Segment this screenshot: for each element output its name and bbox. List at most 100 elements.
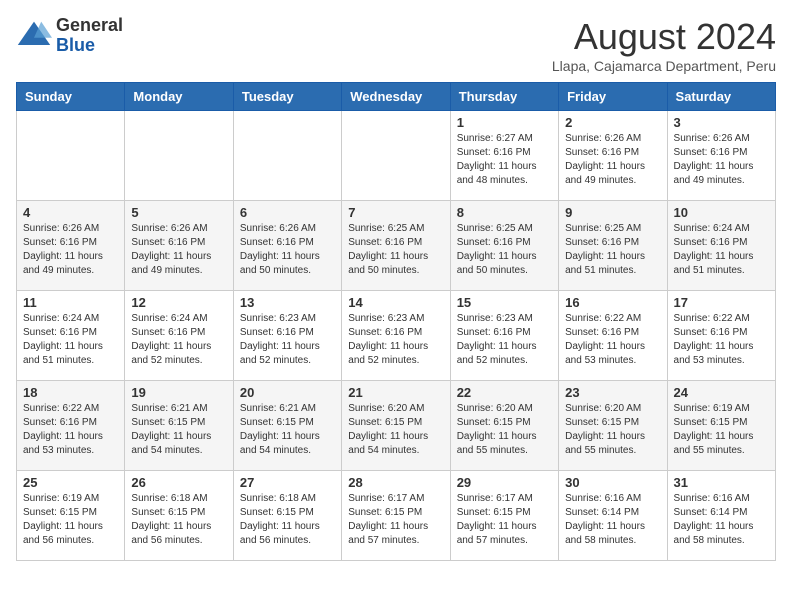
calendar-cell: 22 Sunrise: 6:20 AM Sunset: 6:15 PM Dayli… — [450, 381, 558, 471]
location: Llapa, Cajamarca Department, Peru — [552, 58, 776, 74]
day-info: Sunrise: 6:18 AM Sunset: 6:15 PM Dayligh… — [131, 492, 226, 548]
day-number: 11 — [23, 295, 118, 310]
day-number: 24 — [674, 385, 769, 400]
month-year: August 2024 — [552, 16, 776, 58]
day-info: Sunrise: 6:26 AM Sunset: 6:16 PM Dayligh… — [565, 132, 660, 188]
day-info: Sunrise: 6:23 AM Sunset: 6:16 PM Dayligh… — [348, 312, 443, 368]
calendar-cell: 12Sunrise: 6:24 AM Sunset: 6:16 PM Dayli… — [125, 291, 233, 381]
day-of-week-header: Sunday — [17, 83, 125, 111]
calendar-cell: 18 Sunrise: 6:22 AM Sunset: 6:16 PM Dayli… — [17, 381, 125, 471]
day-number: 8 — [457, 205, 552, 220]
day-number: 6 — [240, 205, 335, 220]
day-number: 21 — [348, 385, 443, 400]
day-number: 2 — [565, 115, 660, 130]
day-number: 10 — [674, 205, 769, 220]
logo-blue: Blue — [56, 35, 95, 55]
calendar-cell: 31Sunrise: 6:16 AM Sunset: 6:14 PM Dayli… — [667, 471, 775, 561]
day-number: 1 — [457, 115, 552, 130]
day-info: Sunrise: 6:23 AM Sunset: 6:16 PM Dayligh… — [457, 312, 552, 368]
calendar-cell — [233, 111, 341, 201]
day-of-week-header: Monday — [125, 83, 233, 111]
day-info: Sunrise: 6:26 AM Sunset: 6:16 PM Dayligh… — [674, 132, 769, 188]
day-info: Sunrise: 6:18 AM Sunset: 6:15 PM Dayligh… — [240, 492, 335, 548]
day-number: 20 — [240, 385, 335, 400]
day-info: Sunrise: 6:19 AM Sunset: 6:15 PM Dayligh… — [674, 402, 769, 458]
day-number: 22 — [457, 385, 552, 400]
page-header: General Blue August 2024 Llapa, Cajamarc… — [16, 16, 776, 74]
logo-icon — [16, 18, 52, 54]
day-number: 28 — [348, 475, 443, 490]
calendar-cell: 2 Sunrise: 6:26 AM Sunset: 6:16 PM Daylig… — [559, 111, 667, 201]
day-number: 23 — [565, 385, 660, 400]
day-info: Sunrise: 6:17 AM Sunset: 6:15 PM Dayligh… — [348, 492, 443, 548]
calendar-cell: 30 Sunrise: 6:16 AM Sunset: 6:14 PM Dayli… — [559, 471, 667, 561]
calendar-cell: 8 Sunrise: 6:25 AM Sunset: 6:16 PM Daylig… — [450, 201, 558, 291]
logo-general: General — [56, 15, 123, 35]
calendar-week-row: 1 Sunrise: 6:27 AM Sunset: 6:16 PM Daylig… — [17, 111, 776, 201]
day-number: 18 — [23, 385, 118, 400]
day-info: Sunrise: 6:24 AM Sunset: 6:16 PM Dayligh… — [674, 222, 769, 278]
day-info: Sunrise: 6:27 AM Sunset: 6:16 PM Dayligh… — [457, 132, 552, 188]
calendar-cell: 23 Sunrise: 6:20 AM Sunset: 6:15 PM Dayli… — [559, 381, 667, 471]
day-of-week-header: Tuesday — [233, 83, 341, 111]
calendar-cell: 25 Sunrise: 6:19 AM Sunset: 6:15 PM Dayli… — [17, 471, 125, 561]
day-number: 16 — [565, 295, 660, 310]
day-number: 19 — [131, 385, 226, 400]
day-info: Sunrise: 6:16 AM Sunset: 6:14 PM Dayligh… — [674, 492, 769, 548]
day-info: Sunrise: 6:19 AM Sunset: 6:15 PM Dayligh… — [23, 492, 118, 548]
day-number: 14 — [348, 295, 443, 310]
calendar-cell — [17, 111, 125, 201]
calendar-table: SundayMondayTuesdayWednesdayThursdayFrid… — [16, 82, 776, 561]
day-info: Sunrise: 6:16 AM Sunset: 6:14 PM Dayligh… — [565, 492, 660, 548]
day-info: Sunrise: 6:20 AM Sunset: 6:15 PM Dayligh… — [457, 402, 552, 458]
calendar-week-row: 25 Sunrise: 6:19 AM Sunset: 6:15 PM Dayli… — [17, 471, 776, 561]
day-info: Sunrise: 6:24 AM Sunset: 6:16 PM Dayligh… — [23, 312, 118, 368]
day-info: Sunrise: 6:20 AM Sunset: 6:15 PM Dayligh… — [348, 402, 443, 458]
day-number: 15 — [457, 295, 552, 310]
day-of-week-header: Wednesday — [342, 83, 450, 111]
day-info: Sunrise: 6:25 AM Sunset: 6:16 PM Dayligh… — [457, 222, 552, 278]
day-info: Sunrise: 6:26 AM Sunset: 6:16 PM Dayligh… — [23, 222, 118, 278]
day-number: 7 — [348, 205, 443, 220]
day-info: Sunrise: 6:21 AM Sunset: 6:15 PM Dayligh… — [131, 402, 226, 458]
calendar-cell: 29Sunrise: 6:17 AM Sunset: 6:15 PM Dayli… — [450, 471, 558, 561]
day-info: Sunrise: 6:24 AM Sunset: 6:16 PM Dayligh… — [131, 312, 226, 368]
day-info: Sunrise: 6:25 AM Sunset: 6:16 PM Dayligh… — [348, 222, 443, 278]
calendar-cell: 4 Sunrise: 6:26 AM Sunset: 6:16 PM Daylig… — [17, 201, 125, 291]
logo: General Blue — [16, 16, 123, 56]
day-number: 30 — [565, 475, 660, 490]
calendar-cell — [342, 111, 450, 201]
calendar-cell: 6 Sunrise: 6:26 AM Sunset: 6:16 PM Daylig… — [233, 201, 341, 291]
logo-text: General Blue — [56, 16, 123, 56]
calendar-cell: 24 Sunrise: 6:19 AM Sunset: 6:15 PM Dayli… — [667, 381, 775, 471]
day-info: Sunrise: 6:26 AM Sunset: 6:16 PM Dayligh… — [131, 222, 226, 278]
calendar-cell: 15 Sunrise: 6:23 AM Sunset: 6:16 PM Dayli… — [450, 291, 558, 381]
day-number: 17 — [674, 295, 769, 310]
day-info: Sunrise: 6:26 AM Sunset: 6:16 PM Dayligh… — [240, 222, 335, 278]
day-number: 29 — [457, 475, 552, 490]
calendar-cell: 10 Sunrise: 6:24 AM Sunset: 6:16 PM Dayli… — [667, 201, 775, 291]
day-number: 25 — [23, 475, 118, 490]
calendar-cell: 20 Sunrise: 6:21 AM Sunset: 6:15 PM Dayli… — [233, 381, 341, 471]
calendar-cell: 27Sunrise: 6:18 AM Sunset: 6:15 PM Dayli… — [233, 471, 341, 561]
day-info: Sunrise: 6:21 AM Sunset: 6:15 PM Dayligh… — [240, 402, 335, 458]
day-number: 4 — [23, 205, 118, 220]
calendar-cell: 19 Sunrise: 6:21 AM Sunset: 6:15 PM Dayli… — [125, 381, 233, 471]
day-info: Sunrise: 6:22 AM Sunset: 6:16 PM Dayligh… — [23, 402, 118, 458]
calendar-cell: 13Sunrise: 6:23 AM Sunset: 6:16 PM Dayli… — [233, 291, 341, 381]
calendar-cell: 3Sunrise: 6:26 AM Sunset: 6:16 PM Daylig… — [667, 111, 775, 201]
calendar-week-row: 11 Sunrise: 6:24 AM Sunset: 6:16 PM Dayli… — [17, 291, 776, 381]
calendar-cell: 11 Sunrise: 6:24 AM Sunset: 6:16 PM Dayli… — [17, 291, 125, 381]
calendar-cell: 1 Sunrise: 6:27 AM Sunset: 6:16 PM Daylig… — [450, 111, 558, 201]
day-info: Sunrise: 6:25 AM Sunset: 6:16 PM Dayligh… — [565, 222, 660, 278]
calendar-cell: 21 Sunrise: 6:20 AM Sunset: 6:15 PM Dayli… — [342, 381, 450, 471]
calendar-cell — [125, 111, 233, 201]
day-of-week-header: Friday — [559, 83, 667, 111]
day-of-week-header: Saturday — [667, 83, 775, 111]
day-number: 26 — [131, 475, 226, 490]
calendar-cell: 17 Sunrise: 6:22 AM Sunset: 6:16 PM Dayli… — [667, 291, 775, 381]
day-info: Sunrise: 6:22 AM Sunset: 6:16 PM Dayligh… — [674, 312, 769, 368]
day-number: 9 — [565, 205, 660, 220]
day-info: Sunrise: 6:20 AM Sunset: 6:15 PM Dayligh… — [565, 402, 660, 458]
calendar-week-row: 18 Sunrise: 6:22 AM Sunset: 6:16 PM Dayli… — [17, 381, 776, 471]
